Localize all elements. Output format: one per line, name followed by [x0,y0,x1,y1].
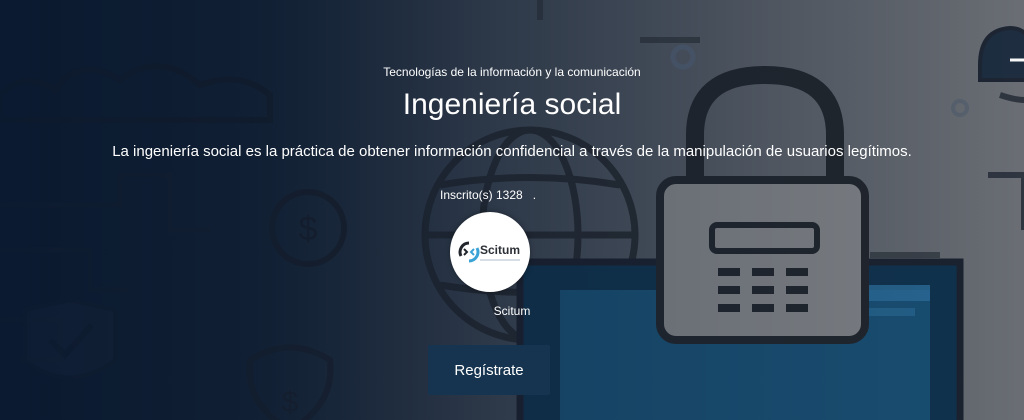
provider-logo-text: Scitum [480,243,521,257]
course-title: Ingeniería social [402,88,622,121]
provider-name[interactable]: Scitum [0,304,1024,318]
enrolled-label: Inscrito(s) 1328 [440,188,523,202]
course-category: Tecnologías de la información y la comun… [383,65,641,79]
enrolled-trailing: . [532,188,537,202]
provider-logo[interactable]: Scitum [450,212,530,292]
logo-underline [480,259,520,261]
course-description: La ingeniería social es la práctica de o… [112,143,912,160]
enrolled-count: Inscrito(s) 1328. [440,188,536,202]
course-hero: $ $ [0,0,1024,420]
register-button[interactable]: Regístrate [428,345,550,395]
scitum-logo-icon [458,241,480,263]
